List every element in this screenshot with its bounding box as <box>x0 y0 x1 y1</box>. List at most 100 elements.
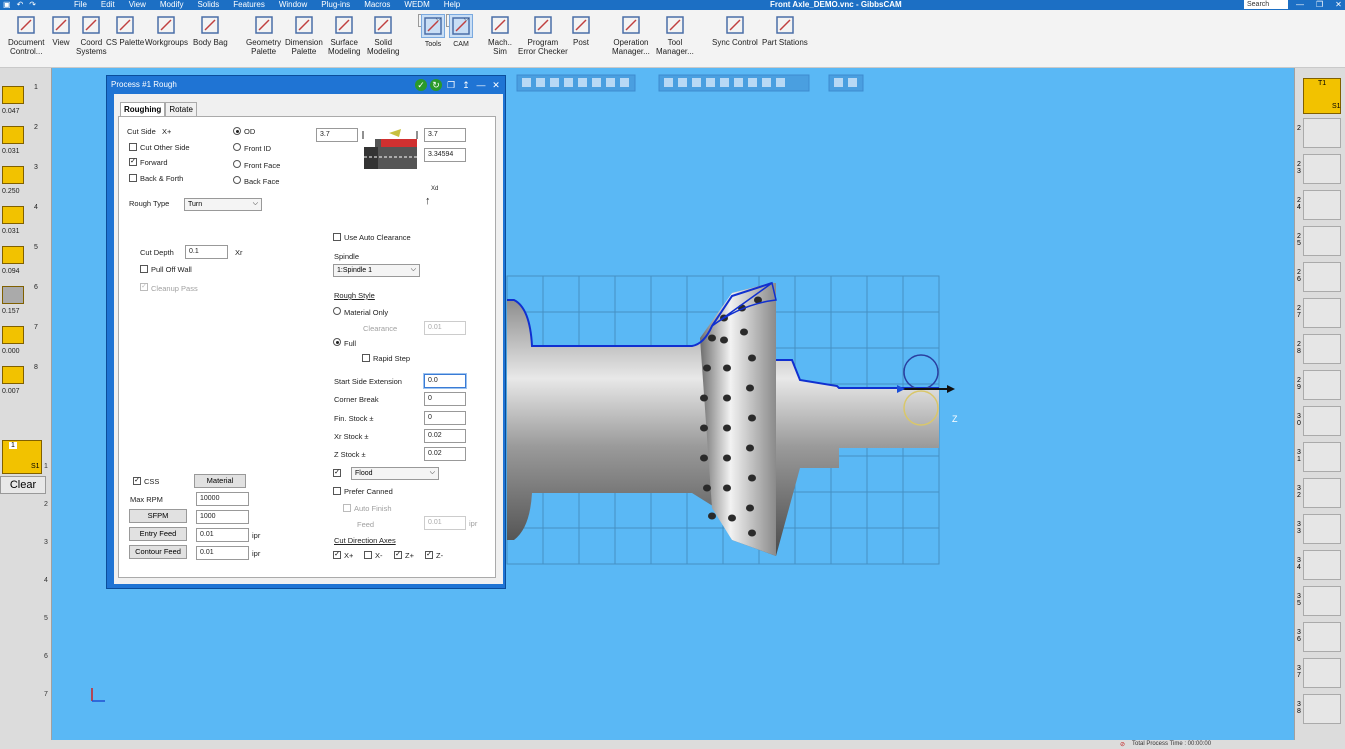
dim-right2-input[interactable]: 3.34594 <box>424 148 466 162</box>
save-icon[interactable]: ▣ <box>3 0 11 10</box>
ribbon-machine-sim-button[interactable]: Mach.. Sim <box>488 14 512 56</box>
fin-stock-input[interactable]: 0 <box>424 411 466 425</box>
menu-plugins[interactable]: Plug-ins <box>321 0 350 10</box>
station-slot[interactable]: 2 7 <box>1297 298 1341 328</box>
part-model[interactable] <box>507 281 939 556</box>
menu-help[interactable]: Help <box>444 0 460 10</box>
station-slot[interactable]: 3 6 <box>1297 622 1341 652</box>
sfpm-input[interactable]: 1000 <box>196 510 249 524</box>
ribbon-tools-button[interactable]: Tools <box>418 14 445 48</box>
minimize-icon[interactable]: — <box>1296 0 1304 10</box>
front-id-radio[interactable] <box>233 143 241 151</box>
station-slot[interactable]: 2 3 <box>1297 154 1341 184</box>
ribbon-tool-manager-button[interactable]: Tool Manager... <box>656 14 694 56</box>
menu-window[interactable]: Window <box>279 0 307 10</box>
station-slot[interactable]: 2 6 <box>1297 262 1341 292</box>
ribbon-dimension-button[interactable]: Dimension Palette <box>285 14 323 56</box>
undo-icon[interactable]: ↶ <box>17 0 24 10</box>
z-stock-input[interactable]: 0.02 <box>424 447 466 461</box>
corner-break-input[interactable]: 0 <box>424 392 466 406</box>
station-tile[interactable]: T1 S1 <box>1303 78 1341 114</box>
tool-slot[interactable]: 0.031 4 <box>0 202 44 238</box>
station-slot[interactable]: 3 1 <box>1297 442 1341 472</box>
rapid-step-checkbox[interactable] <box>362 354 370 362</box>
tab-rotate[interactable]: Rotate <box>165 102 197 117</box>
clearance-input[interactable]: 0.01 <box>424 321 466 335</box>
entry-feed-input[interactable]: 0.01 <box>196 528 249 542</box>
close-icon[interactable]: ✕ <box>1335 0 1342 10</box>
use-auto-clearance-checkbox[interactable] <box>333 233 341 241</box>
rough-type-select[interactable]: Turn <box>184 198 262 211</box>
ribbon-workgroups-button[interactable]: Workgroups <box>145 14 188 47</box>
axis-xplus-checkbox[interactable]: ✓ <box>333 551 341 559</box>
minimize-dialog-icon[interactable]: — <box>475 79 487 91</box>
cleanup-pass-checkbox[interactable]: ✓ <box>140 283 148 291</box>
coolant-select[interactable]: Flood <box>351 467 439 480</box>
menu-solids[interactable]: Solids <box>197 0 219 10</box>
station-slot[interactable]: 3 2 <box>1297 478 1341 508</box>
station-slot[interactable]: 2 9 <box>1297 370 1341 400</box>
entry-feed-button[interactable]: Entry Feed <box>129 527 187 541</box>
view-toolbar[interactable] <box>516 74 864 92</box>
start-side-ext-input[interactable]: 0.0 <box>424 374 466 388</box>
tool-slot[interactable]: 0.094 5 <box>0 242 44 278</box>
back-face-radio[interactable] <box>233 176 241 184</box>
tool-slot[interactable]: 0.031 2 <box>0 122 44 158</box>
station-slot[interactable]: 2 4 <box>1297 190 1341 220</box>
cut-other-side-checkbox[interactable] <box>129 143 137 151</box>
redo-process-icon[interactable]: ↻ <box>430 79 442 91</box>
station-slot[interactable]: 3 3 <box>1297 514 1341 544</box>
cut-depth-input[interactable]: 0.1 <box>185 245 228 259</box>
station-slot[interactable]: 3 0 <box>1297 406 1341 436</box>
ribbon-document-button[interactable]: Document Control... <box>8 14 44 56</box>
clear-button[interactable]: Clear <box>0 476 46 494</box>
axis-xminus-checkbox[interactable] <box>364 551 372 559</box>
pin-icon[interactable]: ↥ <box>460 79 472 91</box>
search-input[interactable]: Search <box>1244 0 1288 9</box>
copy-icon[interactable]: ❐ <box>445 79 457 91</box>
ribbon-post-button[interactable]: Post <box>570 14 592 47</box>
menu-edit[interactable]: Edit <box>101 0 115 10</box>
ribbon-sync-button[interactable]: Sync Control <box>712 14 758 47</box>
menu-wedm[interactable]: WEDM <box>404 0 429 10</box>
dim-left-input[interactable]: 3.7 <box>316 128 358 142</box>
menu-file[interactable]: File <box>74 0 87 10</box>
spindle-select[interactable]: 1:Spindle 1 <box>333 264 420 277</box>
close-dialog-icon[interactable]: ✕ <box>490 79 502 91</box>
station-slot[interactable]: 2 <box>1297 118 1341 148</box>
prefer-canned-checkbox[interactable] <box>333 487 341 495</box>
ribbon-operation-button[interactable]: Operation Manager... <box>612 14 650 56</box>
ribbon-geometry-button[interactable]: Geometry Palette <box>246 14 281 56</box>
forward-checkbox[interactable]: ✓ <box>129 158 137 166</box>
material-button[interactable]: Material <box>194 474 246 488</box>
station-slot[interactable]: 2 5 <box>1297 226 1341 256</box>
tool-slot[interactable]: 0.007 8 <box>0 362 44 398</box>
ribbon-coord-button[interactable]: Coord Systems <box>76 14 107 56</box>
coolant-checkbox[interactable]: ✓ <box>333 469 341 477</box>
contour-feed-input[interactable]: 0.01 <box>196 546 249 560</box>
station-slot[interactable]: 3 7 <box>1297 658 1341 688</box>
od-radio[interactable] <box>233 127 241 135</box>
menu-view[interactable]: View <box>129 0 146 10</box>
menu-features[interactable]: Features <box>233 0 265 10</box>
ribbon-check-button[interactable]: Program Error Checker <box>518 14 568 56</box>
ribbon-body-bag-button[interactable]: Body Bag <box>193 14 228 47</box>
contour-feed-button[interactable]: Contour Feed <box>129 545 187 559</box>
ribbon-solid-button[interactable]: Solid Modeling <box>367 14 399 56</box>
tool-slot[interactable]: 0.157 6 <box>0 282 44 318</box>
station-slot[interactable]: 2 8 <box>1297 334 1341 364</box>
ribbon-cs-palette-button[interactable]: CS Palette <box>106 14 144 47</box>
ribbon-view-button[interactable]: View <box>50 14 72 47</box>
station-slot[interactable]: 3 8 <box>1297 694 1341 724</box>
material-only-radio[interactable] <box>333 307 341 315</box>
axis-zminus-checkbox[interactable]: ✓ <box>425 551 433 559</box>
dim-right-input[interactable]: 3.7 <box>424 128 466 142</box>
ribbon-part-stations-button[interactable]: Part Stations <box>762 14 808 47</box>
restore-icon[interactable]: ❐ <box>1316 0 1323 10</box>
menu-macros[interactable]: Macros <box>364 0 390 10</box>
feed-input[interactable]: 0.01 <box>424 516 466 530</box>
xr-stock-input[interactable]: 0.02 <box>424 429 466 443</box>
menu-modify[interactable]: Modify <box>160 0 184 10</box>
tab-roughing[interactable]: Roughing <box>120 102 166 117</box>
tool-slot[interactable]: 0.047 1 <box>0 82 44 118</box>
